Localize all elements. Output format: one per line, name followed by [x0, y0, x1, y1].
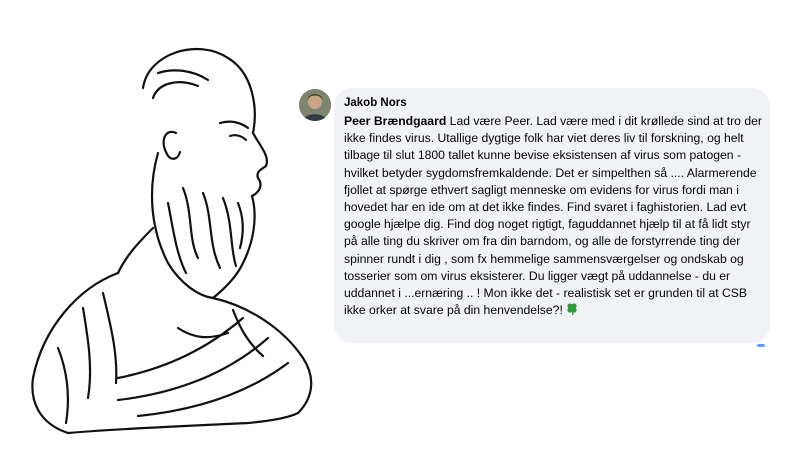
reaction-indicator [757, 344, 765, 347]
comment-body: Lad være Peer. Lad være med i dit krølle… [344, 114, 762, 318]
comment-author[interactable]: Jakob Nors [344, 96, 762, 111]
comment-text: Peer Brændgaard Lad være Peer. Lad være … [344, 113, 762, 321]
profile-photo-icon [299, 89, 331, 121]
comment-bubble: Jakob Nors Peer Brændgaard Lad være Peer… [334, 88, 770, 343]
commenter-avatar[interactable] [299, 89, 331, 121]
four-leaf-clover-icon [565, 302, 579, 321]
mentioned-user-link[interactable]: Peer Brændgaard [344, 114, 446, 128]
philosopher-bust-illustration [31, 48, 313, 435]
